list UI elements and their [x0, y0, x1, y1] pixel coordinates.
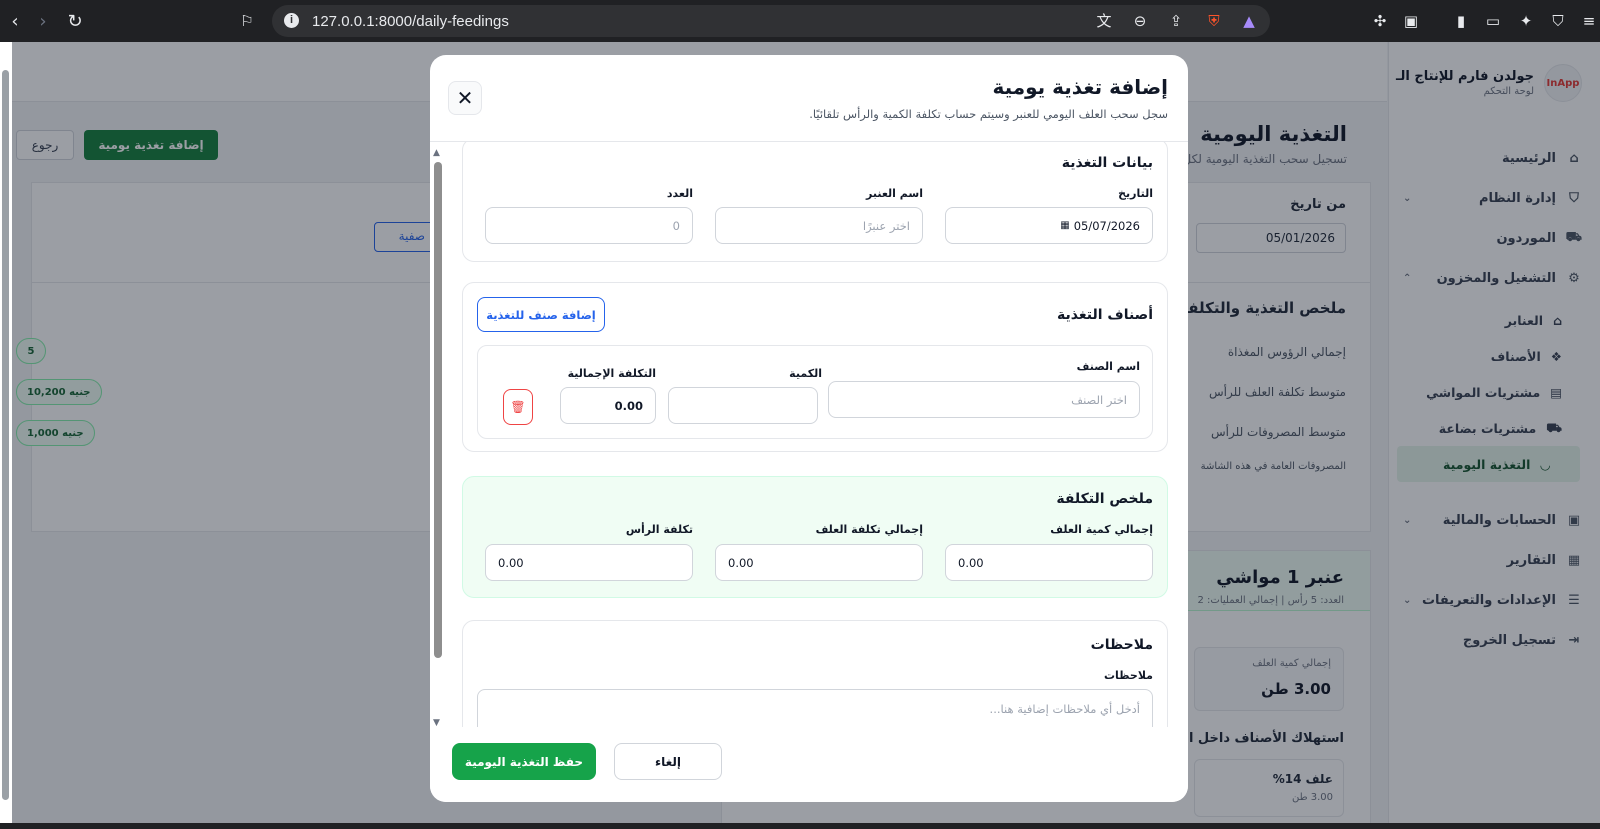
browser-toolbar: ‹ › ↻ ⚐ i 127.0.0.1:8000/daily-feedings …	[0, 0, 1600, 42]
vpn-icon[interactable]: ⛉	[1547, 10, 1569, 32]
share-icon[interactable]: ⇪	[1165, 10, 1187, 32]
section-title: أصناف التغذية	[1057, 307, 1153, 323]
date-label: التاريخ	[1118, 187, 1153, 200]
section-title: ملاحظات	[1090, 637, 1153, 653]
bookmark-icon[interactable]: ⚐	[236, 10, 258, 32]
add-feeding-modal: إضافة تغذية يومية سجل سحب العلف اليومي ل…	[430, 55, 1188, 802]
extensions-icon[interactable]: ✣	[1369, 10, 1391, 32]
close-icon: ✕	[456, 86, 474, 110]
cancel-button[interactable]: إلغاء	[614, 743, 722, 780]
address-bar[interactable]: i 127.0.0.1:8000/daily-feedings	[272, 5, 1270, 37]
site-info-icon[interactable]: i	[284, 13, 299, 28]
scroll-up-icon[interactable]: ▲	[433, 148, 440, 158]
notes-label: ملاحظات	[1104, 669, 1153, 682]
date-input[interactable]: 05/07/2026 ▦	[945, 207, 1153, 244]
translate-icon[interactable]: 文	[1093, 10, 1115, 32]
section-title: بيانات التغذية	[1061, 155, 1153, 171]
barn-select[interactable]: اختر عنبرًا	[715, 207, 923, 244]
scroll-down-icon[interactable]: ▼	[433, 718, 440, 727]
feeding-items-section: أصناف التغذية إضافة صنف للتغذية اسم الصن…	[462, 282, 1168, 452]
scrollbar-thumb[interactable]	[434, 162, 442, 658]
wallet-icon[interactable]: ▭	[1482, 10, 1504, 32]
item-select[interactable]: اختر الصنف	[828, 381, 1140, 418]
item-name-label: اسم الصنف	[1076, 360, 1140, 373]
total-feed-cost-output: 0.00	[715, 544, 923, 581]
total-cost-label: التكلفة الإجمالية	[567, 367, 656, 380]
zoom-out-icon[interactable]: ⊖	[1129, 10, 1151, 32]
feeding-data-section: بيانات التغذية التاريخ 05/07/2026 ▦ اسم ا…	[462, 142, 1168, 262]
quantity-label: الكمية	[789, 367, 822, 380]
head-cost-output: 0.00	[485, 544, 693, 581]
reload-icon[interactable]: ↻	[60, 6, 90, 36]
total-cost-output: 0.00	[560, 387, 656, 424]
notes-textarea[interactable]: أدخل أي ملاحظات إضافية هنا...	[477, 689, 1153, 727]
calendar-icon[interactable]: ▦	[1060, 220, 1069, 231]
taskbar	[0, 823, 1600, 829]
media-icon[interactable]: ▣	[1400, 10, 1422, 32]
brave-rewards-icon[interactable]: ▲	[1238, 10, 1260, 32]
modal-body[interactable]: ▲ ▼ بيانات التغذية التاريخ 05/07/2026 ▦ ا…	[430, 141, 1188, 727]
total-feed-cost-label: إجمالي تكلفة العلف	[815, 523, 923, 536]
delete-item-button[interactable]: 🗑	[503, 389, 533, 425]
item-row: اسم الصنف اختر الصنف الكمية التكلفة الإج…	[477, 345, 1153, 439]
modal-scrollbar[interactable]: ▲ ▼	[430, 142, 446, 727]
brave-shield-icon[interactable]: ⛨	[1203, 10, 1225, 32]
save-button[interactable]: حفظ التغذية اليومية	[452, 743, 596, 780]
modal-footer: حفظ التغذية اليومية إلغاء	[430, 727, 1188, 802]
forward-icon[interactable]: ›	[28, 6, 58, 36]
head-cost-label: تكلفة الرأس	[625, 523, 693, 536]
cost-summary-section: ملخص التكلفة إجمالي كمية العلف 0.00 إجما…	[462, 476, 1168, 598]
notes-section: ملاحظات ملاحظات أدخل أي ملاحظات إضافية ه…	[462, 620, 1168, 727]
total-qty-output: 0.00	[945, 544, 1153, 581]
barn-label: اسم العنبر	[866, 187, 923, 200]
section-title: ملخص التكلفة	[1056, 491, 1153, 507]
menu-icon[interactable]: ≡	[1578, 10, 1600, 32]
leo-icon[interactable]: ✦	[1515, 10, 1537, 32]
sidebar-toggle-icon[interactable]: ▮	[1450, 10, 1472, 32]
close-button[interactable]: ✕	[448, 81, 482, 115]
count-input[interactable]: 0	[485, 207, 693, 244]
back-icon[interactable]: ‹	[0, 6, 30, 36]
quantity-input[interactable]	[668, 387, 818, 424]
total-qty-label: إجمالي كمية العلف	[1050, 523, 1153, 536]
url-text: 127.0.0.1:8000/daily-feedings	[312, 12, 509, 30]
add-item-button[interactable]: إضافة صنف للتغذية	[477, 297, 605, 332]
trash-icon: 🗑	[510, 400, 526, 414]
modal-title: إضافة تغذية يومية	[992, 75, 1168, 99]
count-label: العدد	[666, 187, 693, 200]
left-scroll-strip	[0, 42, 12, 829]
modal-subtitle: سجل سحب العلف اليومي للعنبر وسيتم حساب ت…	[809, 107, 1168, 121]
